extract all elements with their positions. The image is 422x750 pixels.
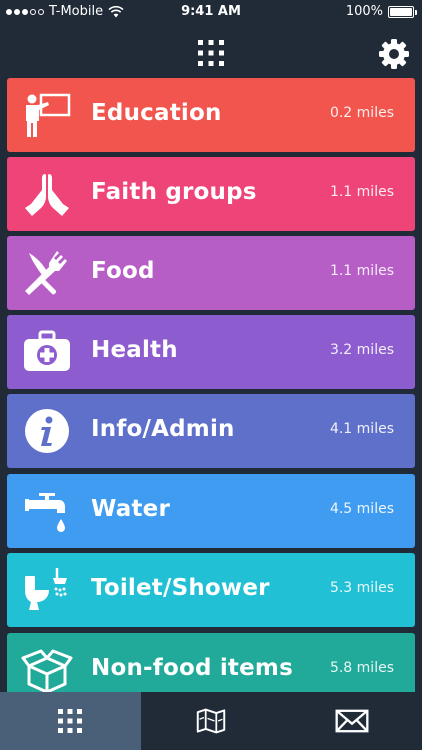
- category-label: Education: [91, 100, 222, 126]
- fork-knife-icon: [19, 245, 75, 301]
- category-label: Toilet/Shower: [91, 575, 270, 601]
- category-label: Water: [91, 496, 171, 522]
- praying-hands-icon: [19, 166, 75, 222]
- tab-messages[interactable]: [281, 692, 422, 750]
- battery-icon: [388, 5, 417, 18]
- status-right: 100%: [345, 4, 417, 19]
- category-water[interactable]: Water 4.5 miles: [7, 474, 415, 548]
- info-icon: [19, 403, 75, 459]
- first-aid-kit-icon: [19, 324, 75, 380]
- tab-map[interactable]: [141, 692, 282, 750]
- envelope-icon: [335, 709, 369, 733]
- category-distance: 0.2 miles: [329, 105, 394, 121]
- water-tap-icon: [19, 483, 75, 539]
- category-distance: 4.1 miles: [329, 421, 394, 437]
- top-nav: [0, 24, 422, 78]
- grid-icon[interactable]: [198, 40, 224, 66]
- tab-categories[interactable]: [0, 692, 141, 750]
- category-toilet-shower[interactable]: Toilet/Shower 5.3 miles: [7, 553, 415, 627]
- category-distance: 3.2 miles: [329, 342, 394, 358]
- tab-bar: [0, 692, 422, 750]
- battery-percent: 100%: [345, 4, 383, 19]
- category-label: Health: [91, 337, 178, 363]
- box-icon: [19, 642, 75, 692]
- category-label: Food: [91, 258, 155, 284]
- category-info-admin[interactable]: Info/Admin 4.1 miles: [7, 394, 415, 468]
- category-food[interactable]: Food 1.1 miles: [7, 236, 415, 310]
- category-label: Info/Admin: [91, 416, 235, 442]
- toilet-shower-icon: [19, 562, 75, 618]
- category-list: Education 0.2 miles Faith groups 1.1 mil…: [7, 78, 415, 692]
- teacher-icon: [19, 87, 75, 143]
- category-distance: 5.3 miles: [329, 580, 394, 596]
- category-distance: 5.8 miles: [329, 660, 394, 676]
- category-distance: 4.5 miles: [329, 501, 394, 517]
- category-label: Faith groups: [91, 179, 257, 205]
- gear-icon[interactable]: [378, 38, 410, 70]
- grid-icon: [58, 709, 83, 733]
- category-health[interactable]: Health 3.2 miles: [7, 315, 415, 389]
- category-non-food-items[interactable]: Non-food items 5.8 miles: [7, 633, 415, 692]
- category-faith-groups[interactable]: Faith groups 1.1 miles: [7, 157, 415, 231]
- category-label: Non-food items: [91, 655, 293, 681]
- status-bar: T-Mobile 9:41 AM 100%: [0, 0, 422, 24]
- category-distance: 1.1 miles: [329, 263, 394, 279]
- category-distance: 1.1 miles: [329, 184, 394, 200]
- map-icon: [196, 708, 226, 734]
- category-education[interactable]: Education 0.2 miles: [7, 78, 415, 152]
